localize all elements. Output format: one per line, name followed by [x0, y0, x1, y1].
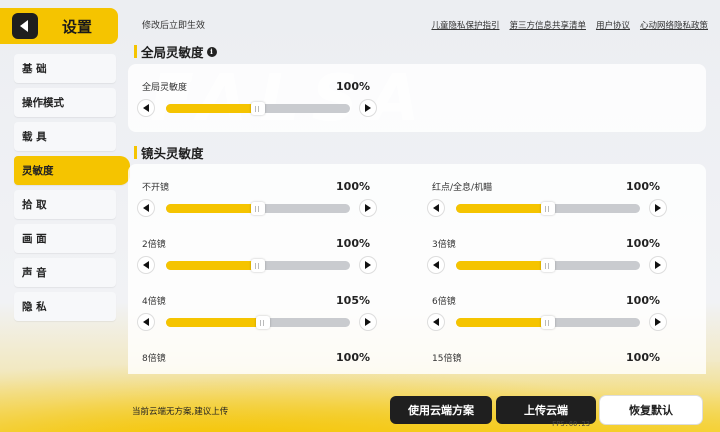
slider-thumb[interactable]: [541, 316, 555, 329]
slider-track[interactable]: [166, 202, 350, 215]
slider-thumb[interactable]: [251, 259, 265, 272]
increase-button[interactable]: [650, 257, 666, 273]
slider-2x: 2倍镜 100%: [128, 237, 388, 281]
left-arrow-icon: [433, 261, 439, 269]
left-arrow-icon: [433, 204, 439, 212]
restore-default-button[interactable]: 恢复默认: [600, 396, 702, 424]
slider-thumb[interactable]: [541, 202, 555, 215]
slider-4x: 4倍镜 105%: [128, 294, 388, 338]
slider-8x: 8倍镜 100%: [142, 351, 370, 364]
slider-track[interactable]: [456, 259, 640, 272]
decrease-button[interactable]: [138, 257, 154, 273]
link-third-party-list[interactable]: 第三方信息共享清单: [509, 19, 586, 31]
back-button[interactable]: [12, 13, 38, 39]
fps-counter: FPS:60.23: [552, 420, 590, 428]
slider-track[interactable]: [166, 102, 350, 115]
global-section-title: 全局灵敏度 i: [134, 42, 217, 61]
back-arrow-icon: [20, 20, 28, 32]
slider-thumb[interactable]: [541, 259, 555, 272]
right-arrow-icon: [365, 104, 371, 112]
right-arrow-icon: [655, 204, 661, 212]
sidebar-item-privacy[interactable]: 隐 私: [14, 292, 116, 321]
link-user-agreement[interactable]: 用户协议: [596, 19, 630, 31]
sidebar-item-control-mode[interactable]: 操作模式: [14, 88, 116, 117]
left-arrow-icon: [433, 318, 439, 326]
right-arrow-icon: [365, 261, 371, 269]
slider-thumb[interactable]: [251, 102, 265, 115]
increase-button[interactable]: [360, 100, 376, 116]
scope-section-title: 镜头灵敏度: [134, 143, 204, 162]
decrease-button[interactable]: [138, 200, 154, 216]
cloud-status-text: 当前云端无方案,建议上传: [132, 407, 229, 417]
increase-button[interactable]: [650, 200, 666, 216]
page-title: 设置: [62, 17, 93, 36]
left-arrow-icon: [143, 204, 149, 212]
increase-button[interactable]: [650, 314, 666, 330]
sidebar-item-vehicle[interactable]: 载 具: [14, 122, 116, 151]
slider-red-dot: 红点/全息/机瞄 100%: [418, 180, 678, 224]
right-arrow-icon: [365, 318, 371, 326]
right-arrow-icon: [655, 261, 661, 269]
slider-track[interactable]: [166, 259, 350, 272]
increase-button[interactable]: [360, 257, 376, 273]
left-arrow-icon: [143, 261, 149, 269]
slider-track[interactable]: [456, 316, 640, 329]
effect-notice: 修改后立即生效: [142, 21, 206, 31]
decrease-button[interactable]: [428, 257, 444, 273]
sidebar-item-sensitivity[interactable]: 灵敏度: [14, 156, 130, 185]
right-arrow-icon: [365, 204, 371, 212]
info-icon[interactable]: i: [206, 46, 217, 57]
use-cloud-button[interactable]: 使用云端方案: [390, 396, 492, 424]
decrease-button[interactable]: [428, 314, 444, 330]
link-child-privacy[interactable]: 儿童隐私保护指引: [431, 19, 499, 31]
link-privacy-policy[interactable]: 心动网络隐私政策: [640, 19, 708, 31]
slider-global: 全局灵敏度 100%: [128, 80, 388, 124]
sidebar-item-graphics[interactable]: 画 面: [14, 224, 116, 253]
decrease-button[interactable]: [138, 314, 154, 330]
slider-thumb[interactable]: [255, 316, 270, 329]
slider-track[interactable]: [166, 316, 350, 329]
decrease-button[interactable]: [138, 100, 154, 116]
header-tab: 设置: [0, 8, 118, 44]
slider-3x: 3倍镜 100%: [418, 237, 678, 281]
increase-button[interactable]: [360, 200, 376, 216]
slider-no-scope: 不开镜 100%: [128, 180, 388, 224]
left-arrow-icon: [143, 318, 149, 326]
left-arrow-icon: [143, 104, 149, 112]
slider-6x: 6倍镜 100%: [418, 294, 678, 338]
slider-15x: 15倍镜 100%: [432, 351, 660, 364]
sidebar: 基 础 操作模式 载 具 灵敏度 拾 取 画 面 声 音 隐 私: [14, 54, 130, 326]
slider-thumb[interactable]: [251, 202, 265, 215]
increase-button[interactable]: [360, 314, 376, 330]
right-arrow-icon: [655, 318, 661, 326]
sidebar-item-pickup[interactable]: 拾 取: [14, 190, 116, 219]
sidebar-item-audio[interactable]: 声 音: [14, 258, 116, 287]
slider-track[interactable]: [456, 202, 640, 215]
scope-panel: 不开镜 100% 红点/全息/机瞄 100% 2倍镜 100% 3倍镜 100% 4倍镜 105%…: [128, 164, 706, 374]
global-panel: 全局灵敏度 100%: [128, 64, 706, 132]
decrease-button[interactable]: [428, 200, 444, 216]
sidebar-item-basic[interactable]: 基 础: [14, 54, 116, 83]
top-links: 儿童隐私保护指引 第三方信息共享清单 用户协议 心动网络隐私政策: [431, 19, 708, 31]
